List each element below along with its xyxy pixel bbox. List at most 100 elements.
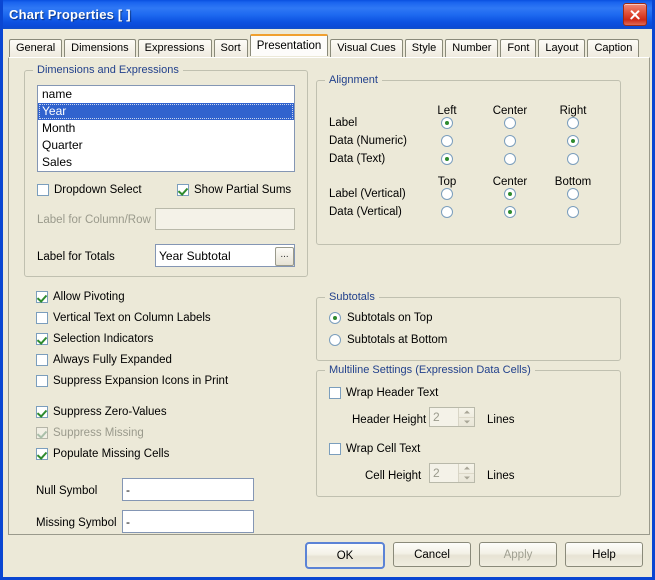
wrap-cell-text-checkbox[interactable]: Wrap Cell Text	[329, 443, 420, 455]
cell-height-value: 2	[433, 466, 440, 480]
header-height-value: 2	[433, 410, 440, 424]
alignment-col-header-h: Left	[437, 105, 457, 117]
missing-symbol-label: Missing Symbol	[36, 517, 117, 529]
alignment-group: Alignment Left Center Right Top Center Bottom…	[316, 74, 621, 245]
option-checkbox-row[interactable]: Vertical Text on Column Labels	[36, 312, 211, 324]
tab-style[interactable]: Style	[404, 39, 444, 58]
presentation-options-list: Allow Pivoting Vertical Text on Column La…	[9, 58, 309, 460]
option-checkbox-box	[36, 427, 48, 439]
alignment-col-header-v: Center	[492, 176, 528, 188]
help-button[interactable]: Help	[565, 542, 643, 567]
option-checkbox-row[interactable]: Allow Pivoting	[36, 291, 125, 303]
cell-height-unit: Lines	[487, 470, 515, 482]
header-height-spinner: 2	[429, 407, 475, 427]
subtotals-radio[interactable]	[329, 334, 341, 346]
cancel-button[interactable]: Cancel	[393, 542, 471, 567]
option-checkbox-box[interactable]	[36, 312, 48, 324]
option-checkbox-label: Populate Missing Cells	[53, 448, 170, 460]
alignment-radio[interactable]	[567, 206, 579, 218]
tab-font[interactable]: Font	[500, 39, 537, 58]
option-checkbox-box[interactable]	[36, 291, 48, 303]
alignment-row-label: Label (Vertical)	[329, 188, 406, 200]
subtotals-group: Subtotals Subtotals on Top Subtotals at B…	[316, 291, 621, 361]
option-checkbox-label: Selection Indicators	[53, 333, 154, 345]
option-checkbox-label: Allow Pivoting	[53, 291, 125, 303]
close-icon[interactable]	[623, 3, 647, 26]
option-checkbox-row[interactable]: Suppress Expansion Icons in Print	[36, 375, 228, 387]
wrap-cell-text-label: Wrap Cell Text	[346, 443, 421, 455]
multiline-group-legend: Multiline Settings (Expression Data Cell…	[325, 364, 535, 376]
tab-number[interactable]: Number	[445, 39, 499, 58]
wrap-cell-text-checkbox-box[interactable]	[329, 443, 341, 455]
tab-sort[interactable]: Sort	[213, 39, 248, 58]
header-height-stepper-arrows	[458, 408, 474, 426]
alignment-row-label: Label	[329, 117, 358, 129]
tab-visual-cues[interactable]: Visual Cues	[330, 39, 403, 58]
option-checkbox-box[interactable]	[36, 406, 48, 418]
alignment-col-header-v: Bottom	[554, 176, 592, 188]
alignment-radio[interactable]	[567, 117, 579, 129]
subtotals-radio-label: Subtotals at Bottom	[347, 334, 448, 346]
alignment-row-label: Data (Text)	[329, 153, 386, 165]
option-checkbox-row[interactable]: Suppress Zero-Values	[36, 406, 167, 418]
header-height-unit: Lines	[487, 414, 515, 426]
option-checkbox-row[interactable]: Always Fully Expanded	[36, 354, 172, 366]
wrap-header-text-label: Wrap Header Text	[346, 387, 439, 399]
apply-button: Apply	[479, 542, 557, 567]
alignment-col-header-h: Center	[492, 105, 528, 117]
tab-layout[interactable]: Layout	[538, 39, 586, 58]
wrap-header-text-checkbox[interactable]: Wrap Header Text	[329, 387, 438, 399]
null-symbol-input[interactable]: -	[122, 478, 254, 501]
alignment-radio[interactable]	[441, 153, 453, 165]
cell-height-spinner: 2	[429, 463, 475, 483]
option-checkbox-box[interactable]	[36, 448, 48, 460]
missing-symbol-value: -	[126, 514, 130, 529]
cell-height-stepper-arrows	[458, 464, 474, 482]
alignment-radio[interactable]	[441, 135, 453, 147]
option-checkbox-label: Always Fully Expanded	[53, 354, 172, 366]
alignment-radio[interactable]	[504, 135, 516, 147]
tab-general[interactable]: General	[9, 39, 63, 58]
subtotals-radio-row[interactable]: Subtotals on Top	[329, 312, 432, 324]
alignment-radio[interactable]	[504, 188, 516, 200]
alignment-grid: Left Center Right Top Center Bottom Label Data …	[317, 81, 620, 244]
option-checkbox-label: Suppress Expansion Icons in Print	[53, 375, 229, 387]
option-checkbox-row[interactable]: Selection Indicators	[36, 333, 153, 345]
ok-button[interactable]: OK	[305, 542, 385, 569]
alignment-radio[interactable]	[567, 188, 579, 200]
subtotals-options: Subtotals on Top Subtotals at Bottom	[317, 298, 620, 360]
tab-presentation[interactable]: Presentation	[249, 34, 329, 56]
option-checkbox-row[interactable]: Populate Missing Cells	[36, 448, 169, 460]
tab-strip: General Dimensions Expressions Sort Presenta…	[3, 29, 652, 58]
alignment-row-label: Data (Vertical)	[329, 206, 402, 218]
alignment-radio[interactable]	[567, 153, 579, 165]
option-checkbox-label: Suppress Zero-Values	[53, 406, 167, 418]
subtotals-radio-label: Subtotals on Top	[347, 312, 433, 324]
alignment-radio[interactable]	[441, 117, 453, 129]
tab-panel-presentation: Dimensions and Expressions name Year Month…	[8, 57, 650, 535]
missing-symbol-input[interactable]: -	[122, 510, 254, 533]
alignment-radio[interactable]	[504, 153, 516, 165]
dialog-button-bar: OK Cancel Apply Help	[3, 542, 652, 569]
option-checkbox-box[interactable]	[36, 354, 48, 366]
alignment-radio[interactable]	[441, 188, 453, 200]
tab-dimensions[interactable]: Dimensions	[64, 39, 136, 58]
alignment-radio[interactable]	[441, 206, 453, 218]
alignment-radio[interactable]	[504, 117, 516, 129]
tab-caption[interactable]: Caption	[587, 39, 640, 58]
alignment-radio[interactable]	[504, 206, 516, 218]
option-checkbox-label: Suppress Missing	[53, 427, 144, 439]
tab-expressions[interactable]: Expressions	[137, 39, 212, 58]
option-checkbox-label: Vertical Text on Column Labels	[53, 312, 211, 324]
option-checkbox-box[interactable]	[36, 375, 48, 387]
alignment-col-header-v: Top	[437, 176, 457, 188]
subtotals-radio-row[interactable]: Subtotals at Bottom	[329, 334, 447, 346]
option-checkbox-row: Suppress Missing	[36, 427, 144, 439]
alignment-col-header-h: Right	[559, 105, 587, 117]
option-checkbox-box[interactable]	[36, 333, 48, 345]
wrap-header-text-checkbox-box[interactable]	[329, 387, 341, 399]
subtotals-radio[interactable]	[329, 312, 341, 324]
chart-properties-dialog: Chart Properties [ ] General Dimensions Ex…	[0, 0, 655, 580]
window-title: Chart Properties [ ]	[9, 7, 131, 22]
alignment-radio[interactable]	[567, 135, 579, 147]
